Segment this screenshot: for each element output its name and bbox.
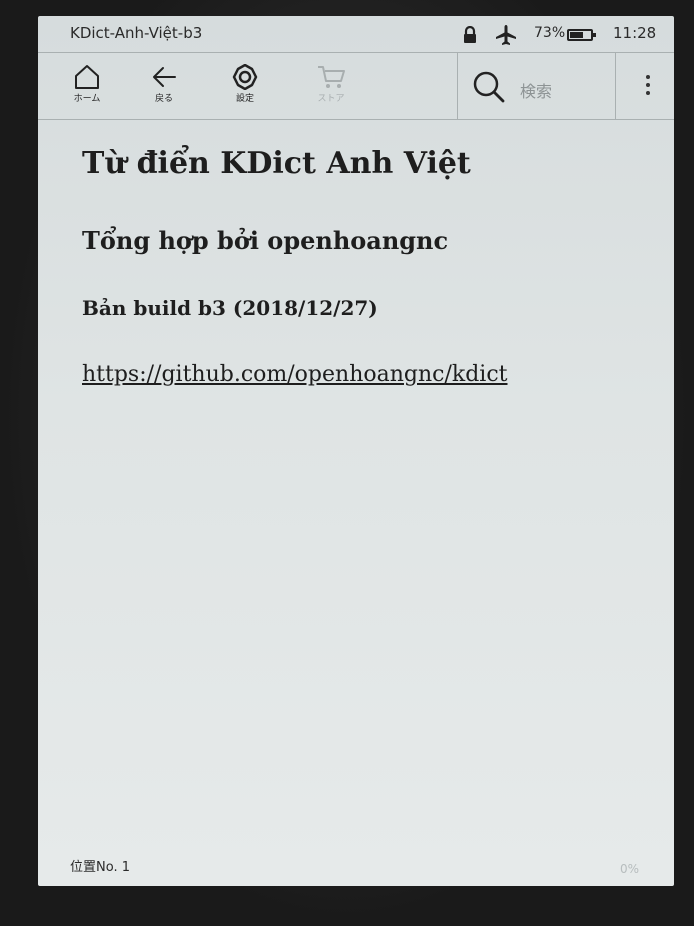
battery-icon [567, 29, 596, 41]
battery-percent: 73% [534, 25, 566, 41]
cart-icon [318, 66, 345, 88]
battery-tip [593, 33, 596, 37]
menu-dot [646, 91, 650, 95]
search-icon [473, 71, 505, 103]
back-label: 戻る [154, 94, 173, 104]
build-heading: Bản build b3 (2018/12/27) [82, 296, 378, 320]
home-label: ホーム [73, 94, 101, 104]
back-button[interactable]: 戻る [137, 59, 191, 115]
settings-label: 設定 [235, 94, 254, 104]
airplane-icon [496, 25, 516, 45]
search-placeholder: 検索 [520, 82, 553, 101]
page-title: Từ điển KDict Anh Việt [82, 146, 471, 181]
github-link[interactable]: https://github.com/openhoangnc/kdict [82, 362, 508, 387]
menu-dot [646, 75, 650, 79]
reading-progress: 0% [620, 862, 640, 876]
settings-button[interactable]: 設定 [218, 59, 272, 115]
toolbar-divider [615, 53, 616, 119]
back-arrow-icon [153, 67, 176, 87]
menu-dot [646, 83, 650, 87]
status-bar: KDict-Anh-Việt-b3 73% 11:28 [38, 16, 674, 52]
battery-fill [570, 32, 583, 38]
reader-toolbar: ホーム 戻る 設定 ストア 検索 [38, 52, 674, 120]
store-label: ストア [317, 94, 345, 104]
home-icon [75, 65, 99, 89]
lock-icon [464, 26, 476, 43]
store-button[interactable]: ストア [304, 59, 358, 115]
location-indicator[interactable]: 位置No. 1 [70, 856, 130, 875]
home-button[interactable]: ホーム [60, 59, 114, 115]
ereader-screen: KDict-Anh-Việt-b3 73% 11:28 ホーム 戻る 設定 スト… [38, 16, 674, 886]
gear-icon [232, 64, 258, 90]
clock: 11:28 [613, 24, 657, 42]
search-field[interactable]: 検索 [458, 53, 614, 119]
book-title: KDict-Anh-Việt-b3 [70, 24, 203, 42]
author-heading: Tổng hợp bởi openhoangnc [82, 226, 449, 255]
more-menu-button[interactable] [636, 71, 660, 101]
